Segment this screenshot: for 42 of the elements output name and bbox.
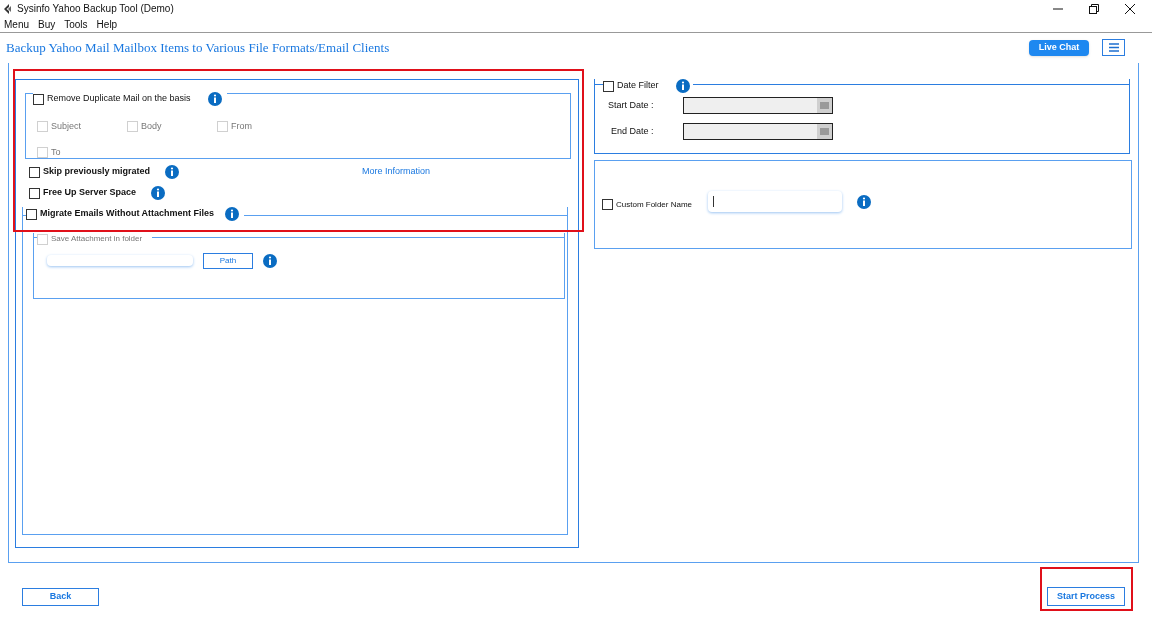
path-button[interactable]: Path xyxy=(203,252,253,269)
info-icon[interactable] xyxy=(165,165,180,179)
more-information-link[interactable]: More Information xyxy=(362,165,431,179)
menu-item[interactable]: Buy xyxy=(38,17,56,32)
checkbox[interactable] xyxy=(602,199,613,210)
checkbox-label: To xyxy=(51,145,61,159)
checkbox[interactable] xyxy=(26,208,37,220)
info-icon[interactable] xyxy=(151,186,166,200)
restore-icon[interactable] xyxy=(1089,3,1099,14)
checkbox-label: Remove Duplicate Mail on the basis xyxy=(47,92,191,106)
checkbox-label: Body xyxy=(141,120,162,133)
checkbox-label: Migrate Emails Without Attachment Files xyxy=(40,207,215,221)
window-title: Sysinfo Yahoo Backup Tool (Demo) xyxy=(17,2,174,16)
app-icon xyxy=(3,3,12,14)
checkbox-label: Skip previously migrated xyxy=(43,165,151,179)
checkbox-label: Custom Folder Name xyxy=(616,198,693,211)
menu-item[interactable]: Help xyxy=(96,17,118,32)
checkbox-label: Free Up Server Space xyxy=(43,186,137,200)
back-button[interactable]: Back xyxy=(22,587,99,606)
checkbox-label: Date Filter xyxy=(617,79,659,93)
menu-button[interactable] xyxy=(1102,39,1125,56)
menu-item[interactable]: Menu xyxy=(4,17,29,32)
checkbox-label: Subject xyxy=(51,120,82,133)
checkbox[interactable] xyxy=(29,187,40,199)
info-icon[interactable] xyxy=(675,79,690,93)
info-icon[interactable] xyxy=(857,194,872,209)
close-icon[interactable] xyxy=(1125,3,1135,14)
page-title: Backup Yahoo Mail Mailbox Items to Various File Formats/Email Clients xyxy=(6,38,390,57)
live-chat-button[interactable]: Live Chat xyxy=(1029,39,1089,56)
field-label: End Date : xyxy=(610,124,655,138)
menu-icon[interactable] xyxy=(1108,43,1119,52)
start-process-button[interactable]: Start Process xyxy=(1047,587,1125,606)
checkbox-label: From xyxy=(231,120,252,133)
menu-item[interactable]: Tools xyxy=(64,17,88,32)
checkbox[interactable] xyxy=(603,80,614,92)
field-label: Start Date : xyxy=(608,98,655,112)
info-icon[interactable] xyxy=(263,253,277,268)
info-icon[interactable] xyxy=(207,92,222,106)
info-icon[interactable] xyxy=(225,207,240,221)
checkbox[interactable] xyxy=(33,93,44,105)
checkbox[interactable] xyxy=(29,166,40,178)
checkbox-label: Save Attachment in folder xyxy=(51,233,143,245)
